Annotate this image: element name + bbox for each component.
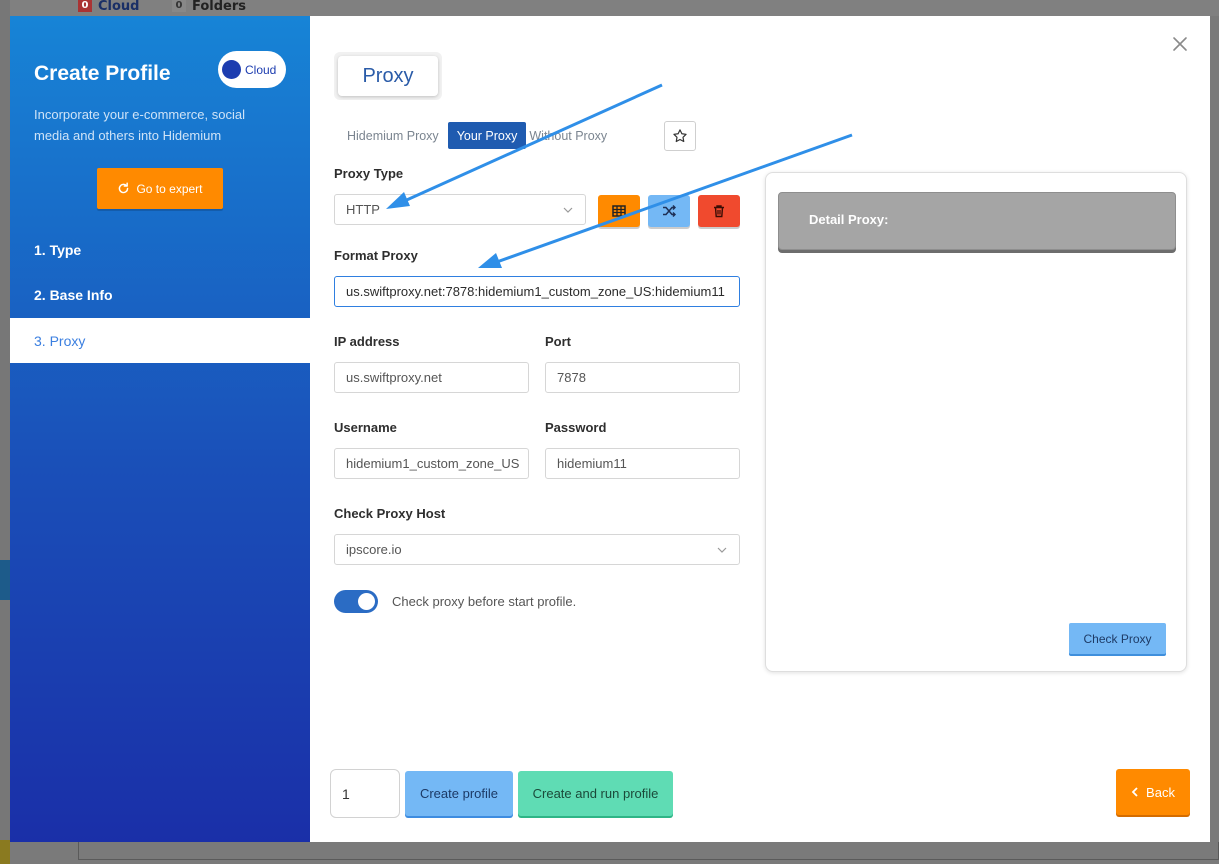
step-label: 3. Proxy — [34, 332, 86, 349]
ip-address-value: us.swiftproxy.net — [346, 370, 442, 385]
go-to-expert-label: Go to expert — [136, 181, 203, 196]
detail-proxy-title: Detail Proxy: — [809, 212, 889, 227]
detail-proxy-header: Detail Proxy: — [778, 192, 1176, 250]
section-title: Proxy — [338, 56, 438, 96]
background-avatar — [0, 560, 10, 600]
cloud-toggle[interactable]: Cloud — [218, 51, 286, 88]
table-icon — [612, 205, 626, 217]
back-button[interactable]: Back — [1116, 769, 1190, 815]
background-left-strip — [0, 0, 10, 864]
step-proxy[interactable]: 3. Proxy — [10, 318, 310, 363]
chevron-down-icon — [563, 207, 573, 213]
port-input[interactable]: 7878 — [545, 362, 740, 393]
proxy-type-label: Proxy Type — [334, 166, 404, 181]
cloud-toggle-label: Cloud — [245, 62, 277, 77]
proxy-list-button[interactable] — [598, 195, 640, 227]
profile-quantity-value: 1 — [342, 785, 350, 802]
step-type[interactable]: 1. Type — [10, 227, 310, 272]
password-label: Password — [545, 420, 607, 435]
cloud-toggle-knob — [222, 60, 241, 79]
check-host-value: ipscore.io — [346, 542, 402, 557]
favorite-button[interactable] — [664, 121, 696, 151]
trash-icon — [714, 205, 724, 218]
shuffle-proxy-button[interactable] — [648, 195, 690, 227]
back-label: Back — [1146, 784, 1175, 800]
tab-hidemium-proxy[interactable]: Hidemium Proxy — [338, 122, 448, 149]
detail-proxy-card: Detail Proxy: Check Proxy — [765, 172, 1187, 672]
profile-quantity-input[interactable]: 1 — [330, 769, 400, 818]
refresh-icon — [119, 182, 129, 194]
check-proxy-button[interactable]: Check Proxy — [1069, 623, 1166, 654]
background-bottom-panel — [78, 842, 1219, 860]
folders-label: Folders — [192, 0, 247, 14]
tab-your-proxy[interactable]: Your Proxy — [447, 122, 527, 149]
modal-title: Create Profile — [34, 62, 171, 85]
sidebar-description: Incorporate your e-commerce, social medi… — [34, 107, 245, 143]
proxy-source-tabs: Hidemium Proxy Your Proxy Without Proxy — [338, 122, 616, 149]
check-proxy-toggle-label: Check proxy before start profile. — [392, 594, 577, 609]
ip-address-label: IP address — [334, 334, 400, 349]
port-label: Port — [545, 334, 571, 349]
close-icon[interactable] — [1172, 36, 1188, 52]
star-icon — [673, 129, 687, 143]
tab-without-proxy[interactable]: Without Proxy — [526, 122, 616, 149]
chevron-down-icon — [717, 547, 727, 553]
shuffle-icon — [663, 204, 676, 218]
format-proxy-value: us.swiftproxy.net:7878:hidemium1_custom_… — [346, 284, 725, 299]
folders-count: 0 — [172, 0, 186, 12]
step-label: 1. Type — [34, 241, 82, 258]
ip-address-input[interactable]: us.swiftproxy.net — [334, 362, 529, 393]
username-input[interactable]: hidemium1_custom_zone_US — [334, 448, 529, 479]
port-value: 7878 — [557, 370, 586, 385]
create-profile-button[interactable]: Create profile — [405, 771, 513, 816]
create-and-run-profile-button[interactable]: Create and run profile — [518, 771, 673, 816]
proxy-type-value: HTTP — [346, 202, 380, 217]
chevron-left-icon — [1131, 787, 1138, 797]
step-base-info[interactable]: 2. Base Info — [10, 272, 310, 317]
background-folders-tab: 0 Folders — [172, 0, 247, 14]
section-title-wrap: Proxy — [334, 52, 442, 100]
cloud-label: Cloud — [98, 0, 140, 14]
toggle-knob — [358, 593, 375, 610]
go-to-expert-button[interactable]: Go to expert — [97, 168, 223, 209]
background-topbar: 0 Cloud 0 Folders — [0, 0, 1219, 16]
background-cloud-tab: 0 Cloud — [78, 0, 140, 14]
modal-main: Proxy Hidemium Proxy Your Proxy Without … — [310, 16, 1210, 842]
create-profile-modal: Create Profile Cloud Incorporate your e-… — [10, 16, 1210, 842]
username-label: Username — [334, 420, 397, 435]
step-label: 2. Base Info — [34, 286, 113, 303]
username-value: hidemium1_custom_zone_US — [346, 456, 520, 471]
background-yellow-element — [0, 840, 10, 864]
password-input[interactable]: hidemium11 — [545, 448, 740, 479]
cloud-count: 0 — [78, 0, 92, 12]
format-proxy-input[interactable]: us.swiftproxy.net:7878:hidemium1_custom_… — [334, 276, 740, 307]
modal-sidebar: Create Profile Cloud Incorporate your e-… — [10, 16, 310, 842]
proxy-type-select[interactable]: HTTP — [334, 194, 586, 225]
check-proxy-toggle[interactable] — [334, 590, 378, 613]
check-host-label: Check Proxy Host — [334, 506, 446, 521]
check-host-select[interactable]: ipscore.io — [334, 534, 740, 565]
password-value: hidemium11 — [557, 456, 627, 471]
delete-proxy-button[interactable] — [698, 195, 740, 227]
format-proxy-label: Format Proxy — [334, 248, 418, 263]
